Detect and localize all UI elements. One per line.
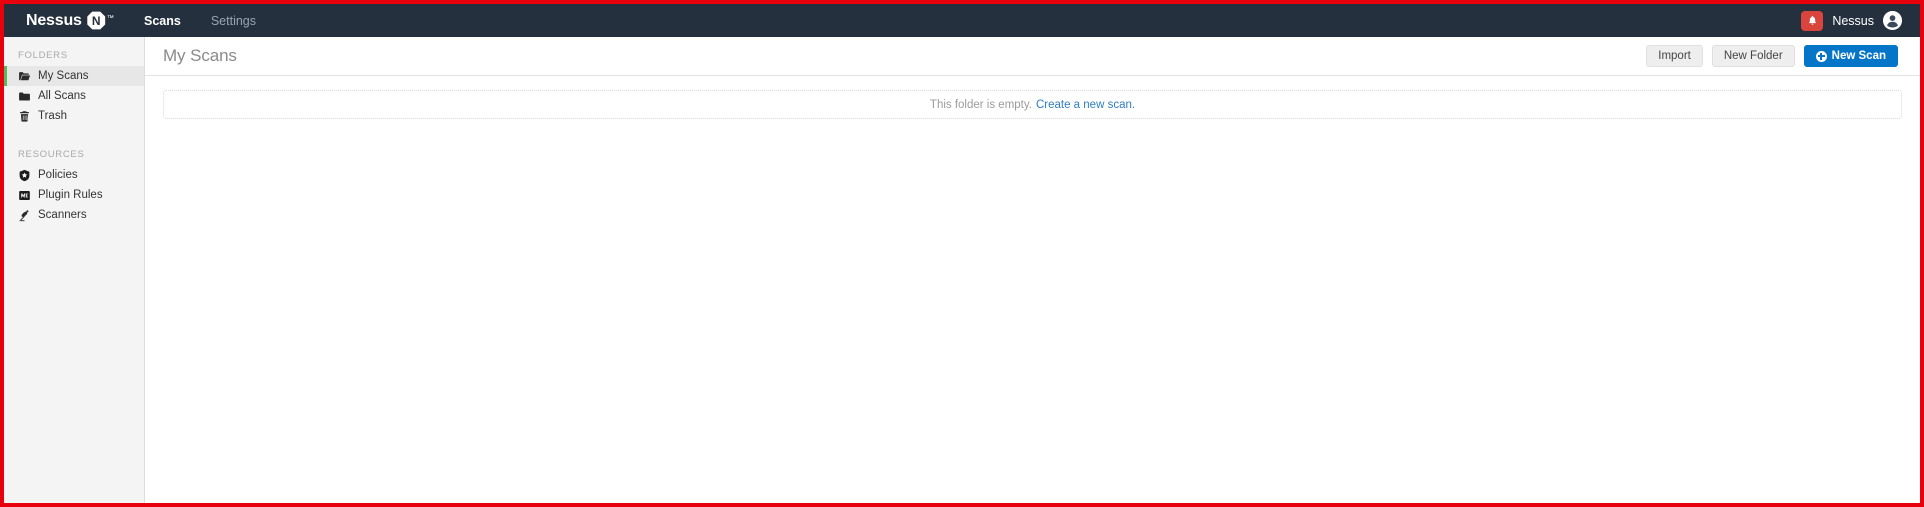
nav-item-scans[interactable]: Scans bbox=[144, 14, 181, 28]
content-header: My Scans Import New Folder New Scan bbox=[145, 37, 1920, 76]
brand-badge-letter: N bbox=[91, 13, 101, 28]
trash-icon bbox=[18, 110, 31, 123]
topbar-right-group: Nessus bbox=[1801, 10, 1920, 31]
empty-folder-panel: This folder is empty. Create a new scan. bbox=[163, 90, 1902, 119]
app-window: Nessus N ™ Scans Settings Nessus FOLDERS… bbox=[0, 0, 1924, 507]
empty-folder-message: This folder is empty. bbox=[929, 98, 1032, 111]
import-button[interactable]: Import bbox=[1646, 45, 1703, 67]
user-name-label: Nessus bbox=[1832, 13, 1874, 28]
trademark-symbol: ™ bbox=[106, 15, 114, 22]
sidebar-item-label: Plugin Rules bbox=[38, 189, 103, 201]
sidebar-item-plugin-rules[interactable]: Plugin Rules bbox=[4, 185, 144, 205]
user-avatar[interactable] bbox=[1883, 11, 1902, 30]
new-scan-button[interactable]: New Scan bbox=[1803, 45, 1898, 67]
nessus-hexagon-badge-icon: N bbox=[87, 11, 106, 30]
create-new-scan-link[interactable]: Create a new scan. bbox=[1036, 99, 1135, 111]
sidebar-item-label: Trash bbox=[38, 110, 67, 122]
brand-logo[interactable]: Nessus N ™ bbox=[4, 11, 126, 30]
content-header-actions: Import New Folder New Scan bbox=[1646, 45, 1898, 67]
open-folder-icon bbox=[18, 70, 31, 83]
sidebar-item-label: Scanners bbox=[38, 209, 87, 221]
new-scan-button-label: New Scan bbox=[1831, 50, 1886, 62]
nav-item-settings[interactable]: Settings bbox=[211, 14, 256, 28]
sidebar-item-scanners[interactable]: Scanners bbox=[4, 205, 144, 225]
sidebar-heading-resources: RESOURCES bbox=[18, 149, 85, 160]
sidebar-item-label: All Scans bbox=[38, 90, 86, 102]
sidebar-heading-folders: FOLDERS bbox=[18, 50, 68, 61]
plugin-square-icon bbox=[18, 189, 31, 202]
sidebar-item-label: Policies bbox=[38, 169, 78, 181]
brand-name: Nessus bbox=[26, 11, 82, 29]
sidebar-item-policies[interactable]: Policies bbox=[4, 165, 144, 185]
notification-button[interactable] bbox=[1801, 10, 1824, 31]
page-title: My Scans bbox=[163, 46, 237, 65]
sidebar-item-all-scans[interactable]: All Scans bbox=[4, 86, 144, 106]
bell-icon bbox=[1808, 15, 1816, 25]
new-folder-button[interactable]: New Folder bbox=[1711, 45, 1795, 67]
sidebar-item-my-scans[interactable]: My Scans bbox=[4, 66, 144, 86]
main-nav: Scans Settings bbox=[144, 14, 256, 28]
content-body: This folder is empty. Create a new scan. bbox=[145, 76, 1920, 119]
radar-dish-icon bbox=[18, 209, 31, 222]
sidebar: FOLDERS My Scans All Scans Trash RESOURC… bbox=[4, 37, 145, 503]
main-content: My Scans Import New Folder New Scan This… bbox=[145, 37, 1920, 503]
top-navigation-bar: Nessus N ™ Scans Settings Nessus bbox=[4, 4, 1920, 37]
shield-badge-icon bbox=[18, 169, 31, 182]
folder-icon bbox=[18, 90, 31, 103]
user-avatar-icon bbox=[1883, 11, 1902, 30]
body-split: FOLDERS My Scans All Scans Trash RESOURC… bbox=[4, 37, 1920, 503]
sidebar-item-trash[interactable]: Trash bbox=[4, 106, 144, 126]
plus-circle-icon bbox=[1815, 50, 1827, 62]
sidebar-item-label: My Scans bbox=[38, 70, 89, 82]
